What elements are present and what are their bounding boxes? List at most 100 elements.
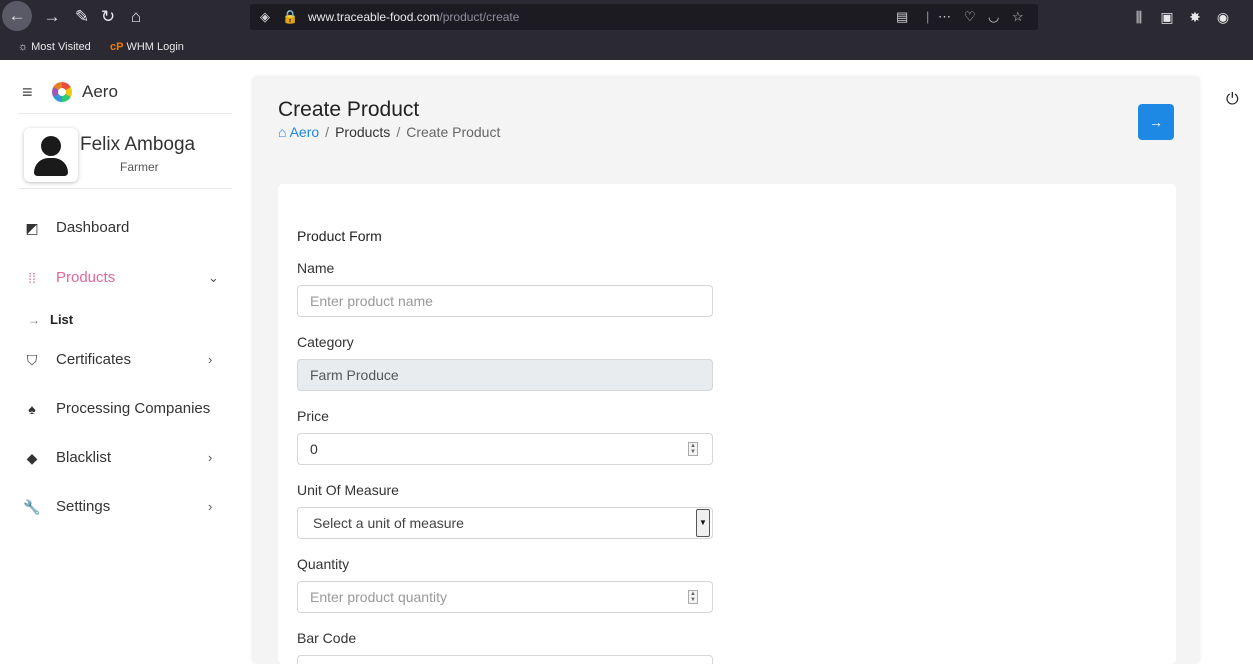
blacklist-icon: ◆ xyxy=(26,450,38,466)
sidebar-item-label: Settings xyxy=(56,498,111,515)
quantity-label: Quantity xyxy=(297,556,350,572)
sidebar-item-label: Processing Companies xyxy=(56,400,211,417)
avatar-body xyxy=(34,158,68,176)
chevron-down-icon: ⌄ xyxy=(208,270,219,285)
bookmark-star-icon[interactable]: ☆ xyxy=(1012,4,1024,30)
back-icon[interactable]: ← xyxy=(2,1,32,31)
arrow-right-icon: → xyxy=(28,313,40,327)
sidebar-item-products[interactable]: ⁞⁞ Products ⌄ xyxy=(22,266,232,290)
dropdown-arrow-icon[interactable]: ▼ xyxy=(696,509,710,537)
chevron-right-icon: › xyxy=(208,499,213,514)
dashboard-icon: ◩ xyxy=(25,220,39,236)
company-icon: ♠ xyxy=(28,401,36,417)
breadcrumb-products[interactable]: Products xyxy=(335,124,390,140)
home-icon: ⌂ xyxy=(278,124,287,140)
extension-icon[interactable]: ✸ xyxy=(1184,4,1206,30)
certificate-icon: ⛉ xyxy=(26,352,38,368)
name-input[interactable]: Enter product name xyxy=(297,285,713,317)
sidebar-item-processing-companies[interactable]: ♠ Processing Companies xyxy=(22,397,232,421)
wrench-icon: 🔧 xyxy=(23,499,41,515)
number-spinner-icon[interactable]: ▲ ▼ xyxy=(688,590,698,604)
breadcrumb-home-label: Aero xyxy=(289,124,320,140)
unit-selected-value: Select a unit of measure xyxy=(313,515,464,531)
url-divider: | xyxy=(926,9,930,24)
sidebar-item-certificates[interactable]: ⛉ Certificates › xyxy=(22,348,232,372)
category-value: Farm Produce xyxy=(310,367,399,383)
sidebar: ≡ Aero Felix Amboga Farmer ◩ Dashboard ⁞… xyxy=(0,60,240,664)
category-input: Farm Produce xyxy=(297,359,713,391)
browser-toolbar: ← → ✎ ↻ ⌂ ◈ 🔒 www.traceable-food.com/pro… xyxy=(0,0,1253,60)
account-icon[interactable]: ◉ xyxy=(1212,4,1234,30)
unit-of-measure-select[interactable]: Select a unit of measure ▼ xyxy=(297,507,713,539)
go-forward-button[interactable]: → xyxy=(1138,104,1174,140)
number-spinner-icon[interactable]: ▲ ▼ xyxy=(688,442,698,456)
page-actions-icon[interactable]: ⋯ xyxy=(938,4,951,30)
sidebar-item-blacklist[interactable]: ◆ Blacklist › xyxy=(22,446,232,470)
brand-logo xyxy=(52,82,72,102)
shield-icon[interactable]: ◈ xyxy=(260,4,270,30)
url-text[interactable]: www.traceable-food.com/product/create xyxy=(308,4,519,30)
power-icon[interactable]: ⏻ xyxy=(1226,90,1239,110)
user-role: Farmer xyxy=(120,160,159,174)
form-title: Product Form xyxy=(297,228,382,244)
chevron-right-icon: › xyxy=(208,450,213,465)
sidebar-toggle-icon[interactable]: ▣ xyxy=(1156,4,1178,30)
bookmark-whm-login[interactable]: cP WHM Login xyxy=(110,38,184,56)
category-label: Category xyxy=(297,334,354,350)
customize-icon[interactable]: ✎ xyxy=(68,4,96,30)
bookmark-label: WHM Login xyxy=(126,41,184,53)
price-value: 0 xyxy=(310,441,318,457)
sidebar-subitem-label: List xyxy=(50,312,74,327)
cpanel-icon: cP xyxy=(110,41,124,53)
sidebar-subitem-list[interactable]: → List xyxy=(28,310,73,330)
sidebar-item-label: Products xyxy=(56,269,116,286)
chevron-right-icon: › xyxy=(208,352,213,367)
breadcrumb-separator: / xyxy=(325,124,330,140)
breadcrumb: ⌂ Aero / Products / Create Product xyxy=(278,124,500,140)
sidebar-item-label: Dashboard xyxy=(56,219,130,236)
page-title: Create Product xyxy=(278,98,420,121)
library-icon[interactable]: ⫼ xyxy=(1128,4,1150,30)
sidebar-item-label: Blacklist xyxy=(56,449,112,466)
brand-name[interactable]: Aero xyxy=(82,80,118,104)
home-icon[interactable]: ⌂ xyxy=(122,4,150,30)
reader-view-icon[interactable]: ▤ xyxy=(896,4,908,30)
bookmarks-bar: ☼ Most Visited cP WHM Login xyxy=(0,36,1253,58)
quantity-input[interactable]: Enter product quantity ▲ ▼ xyxy=(297,581,713,613)
barcode-label: Bar Code xyxy=(297,630,357,646)
product-form-card: Product Form Name Enter product name Cat… xyxy=(278,184,1176,664)
unit-of-measure-label: Unit Of Measure xyxy=(297,482,399,498)
price-input[interactable]: 0 ▲ ▼ xyxy=(297,433,713,465)
url-host: www.traceable-food.com xyxy=(308,10,440,24)
breadcrumb-home[interactable]: ⌂ Aero xyxy=(278,124,319,140)
avatar-head xyxy=(41,136,61,156)
price-label: Price xyxy=(297,408,329,424)
breadcrumb-current: Create Product xyxy=(406,124,501,140)
name-placeholder: Enter product name xyxy=(310,293,433,309)
sidebar-item-settings[interactable]: 🔧 Settings › xyxy=(22,495,232,519)
forward-icon[interactable]: → xyxy=(38,4,66,30)
gear-icon: ☼ xyxy=(18,41,29,53)
name-label: Name xyxy=(297,260,335,276)
sidebar-item-label: Certificates xyxy=(56,351,132,368)
sidebar-item-dashboard[interactable]: ◩ Dashboard xyxy=(22,216,232,240)
pocket-icon[interactable]: ◡ xyxy=(988,4,999,30)
arrow-right-icon: → xyxy=(1149,114,1163,130)
address-bar[interactable]: ◈ 🔒 www.traceable-food.com/product/creat… xyxy=(250,4,1038,30)
barcode-input[interactable] xyxy=(297,655,713,664)
bookmark-most-visited[interactable]: ☼ Most Visited xyxy=(18,38,91,56)
sidebar-divider xyxy=(18,113,232,114)
hamburger-menu-icon[interactable]: ≡ xyxy=(22,80,33,104)
quantity-placeholder: Enter product quantity xyxy=(310,589,447,605)
url-path: /product/create xyxy=(439,10,520,24)
lightbulb-icon[interactable]: ♡ xyxy=(964,4,976,30)
bookmark-label: Most Visited xyxy=(31,41,91,53)
user-name: Felix Amboga xyxy=(80,134,196,155)
avatar[interactable] xyxy=(24,128,78,182)
sidebar-divider xyxy=(18,188,232,189)
main-panel: Create Product ⌂ Aero / Products / Create Pr… xyxy=(252,76,1200,664)
breadcrumb-separator: / xyxy=(396,124,401,140)
reload-icon[interactable]: ↻ xyxy=(94,4,122,30)
insecure-lock-icon[interactable]: 🔒 xyxy=(282,4,298,30)
grid-icon: ⁞⁞ xyxy=(28,270,36,286)
